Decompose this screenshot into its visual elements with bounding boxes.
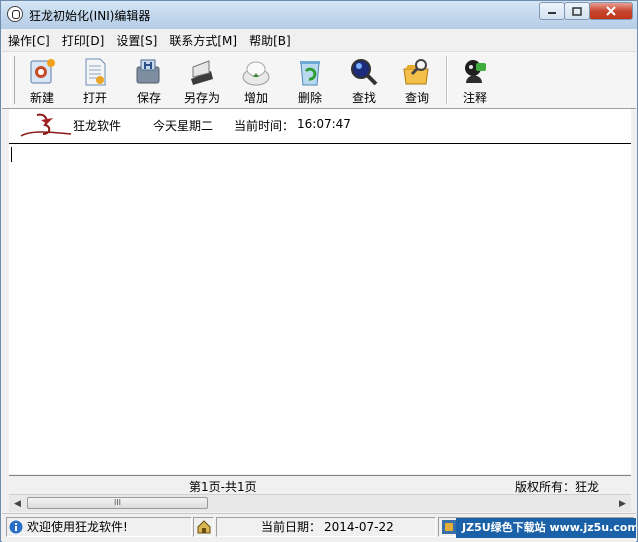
title-bar[interactable]: 狂龙初始化(INI)编辑器 [1,1,637,29]
add-icon [241,57,271,87]
toolbar-separator [446,56,448,104]
weekday-text: 今天星期二 [153,119,214,133]
comment-label: 注释 [462,91,487,105]
menu-settings[interactable]: 设置[S] [110,30,163,50]
text-caret [11,147,12,162]
save-disk-icon [134,57,164,87]
minimize-icon [548,12,556,14]
open-document-icon [80,57,110,87]
status-welcome-panel: 欢迎使用狂龙软件! [6,517,192,537]
thumb-grip: III [113,498,122,507]
add-button[interactable]: 增加 [230,54,282,106]
watermark-banner: JZ5U绿色下载站 www.jz5u.com [456,518,636,538]
menu-contact[interactable]: 联系方式[M] [163,30,243,50]
menu-operate[interactable]: 操作[C] [2,30,56,50]
scroll-right-icon[interactable]: ▶ [614,495,631,512]
maximize-icon [572,6,582,16]
status-date-panel: 当前日期： 2014-07-22 [216,517,436,537]
app-window: 狂龙初始化(INI)编辑器 操作[C] 打印[D] 设置[S] 联系方式[M] … [0,0,638,542]
query-folder-icon [402,57,432,87]
magnifier-icon [349,57,379,87]
page-indicator: 第1页-共1页 [189,480,257,494]
query-button[interactable]: 查询 [391,54,443,106]
recycle-bin-icon [295,57,325,87]
date-value: 2014-07-22 [324,520,394,534]
menu-bar: 操作[C] 打印[D] 设置[S] 联系方式[M] 帮助[B] [2,30,636,50]
minimize-button[interactable] [539,2,565,20]
comment-button[interactable]: 注释 [449,54,501,106]
window-controls [539,2,633,20]
delete-label: 删除 [297,91,322,105]
time-value: 16:07:47 [297,117,351,131]
query-label: 查询 [404,91,429,105]
window-title: 狂龙初始化(INI)编辑器 [29,9,151,23]
maximize-button[interactable] [564,2,590,20]
open-button[interactable]: 打开 [69,54,121,106]
save-button[interactable]: 保存 [123,54,175,106]
home-icon [197,520,211,534]
status-welcome: 欢迎使用狂龙软件! [27,520,128,534]
dragon-logo [19,112,73,140]
menu-help[interactable]: 帮助[B] [243,30,297,50]
find-button[interactable]: 查找 [338,54,390,106]
app-icon[interactable] [7,6,23,22]
toolbar: 新建 打开 保存 另存为 增加 删除 查找 查询 注释 [2,51,636,109]
new-file-icon [27,57,57,87]
scroll-thumb[interactable]: III [27,497,208,509]
save-as-button[interactable]: 另存为 [176,54,228,106]
delete-button[interactable]: 删除 [284,54,336,106]
find-label: 查找 [351,91,376,105]
menu-print[interactable]: 打印[D] [56,30,111,50]
time-label: 当前时间： [234,119,295,133]
save-label: 保存 [136,91,161,105]
save-as-icon [187,57,217,87]
status-home-panel[interactable] [193,517,214,537]
horizontal-scrollbar[interactable]: ◀ III ▶ [9,494,631,512]
close-icon [606,6,616,16]
scroll-left-icon[interactable]: ◀ [9,495,26,512]
open-label: 打开 [82,91,107,105]
info-panel: 狂龙软件 今天星期二 当前时间： 16:07:47 [9,109,631,144]
copyright-text: 版权所有：狂龙 [514,480,599,494]
page-bar: 第1页-共1页 版权所有：狂龙 [9,475,631,494]
add-label: 增加 [243,91,268,105]
new-label: 新建 [29,91,54,105]
info-icon [9,520,23,534]
toolbar-grip[interactable] [10,56,15,104]
close-button[interactable] [589,2,633,20]
clock-icon [442,520,456,534]
date-label: 当前日期： [261,520,322,534]
software-name: 狂龙软件 [73,119,122,133]
new-button[interactable]: 新建 [16,54,68,106]
save-as-label: 另存为 [183,91,220,105]
comment-icon [460,57,490,87]
editor-area[interactable] [9,144,631,474]
